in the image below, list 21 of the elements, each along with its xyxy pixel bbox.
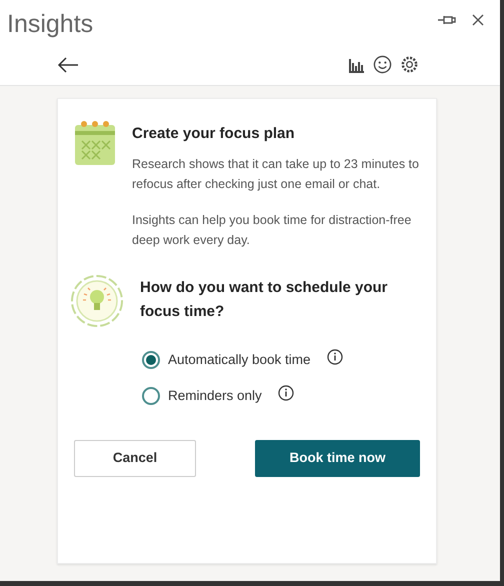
- lightbulb-icon: [70, 274, 124, 328]
- window-title: Insights: [7, 9, 94, 40]
- settings-icon[interactable]: [400, 55, 419, 74]
- back-arrow-icon[interactable]: [57, 56, 79, 72]
- card-title: Create your focus plan: [132, 124, 296, 144]
- cancel-button[interactable]: Cancel: [74, 440, 196, 477]
- smiley-icon[interactable]: [373, 55, 392, 74]
- info-icon[interactable]: [326, 348, 343, 365]
- radio-button[interactable]: [142, 350, 160, 369]
- option-label[interactable]: Automatically book time: [168, 350, 311, 370]
- info-icon[interactable]: [278, 384, 294, 401]
- close-icon[interactable]: [472, 14, 484, 26]
- bar-chart-icon[interactable]: [349, 56, 365, 72]
- book-button[interactable]: Book time now: [255, 440, 420, 477]
- calendar-icon: [74, 119, 116, 167]
- description-text: Insights can help you book time for distraction-free deep work every day.: [132, 212, 412, 249]
- question-text: How do you want to schedule your focus time?: [140, 278, 389, 322]
- description-text: Research shows that it can take up to 23 minutes to refocus after checking just one email or chat.: [132, 156, 420, 193]
- pin-icon[interactable]: [438, 14, 456, 26]
- radio-button[interactable]: [142, 386, 160, 405]
- option-label[interactable]: Reminders only: [168, 386, 262, 406]
